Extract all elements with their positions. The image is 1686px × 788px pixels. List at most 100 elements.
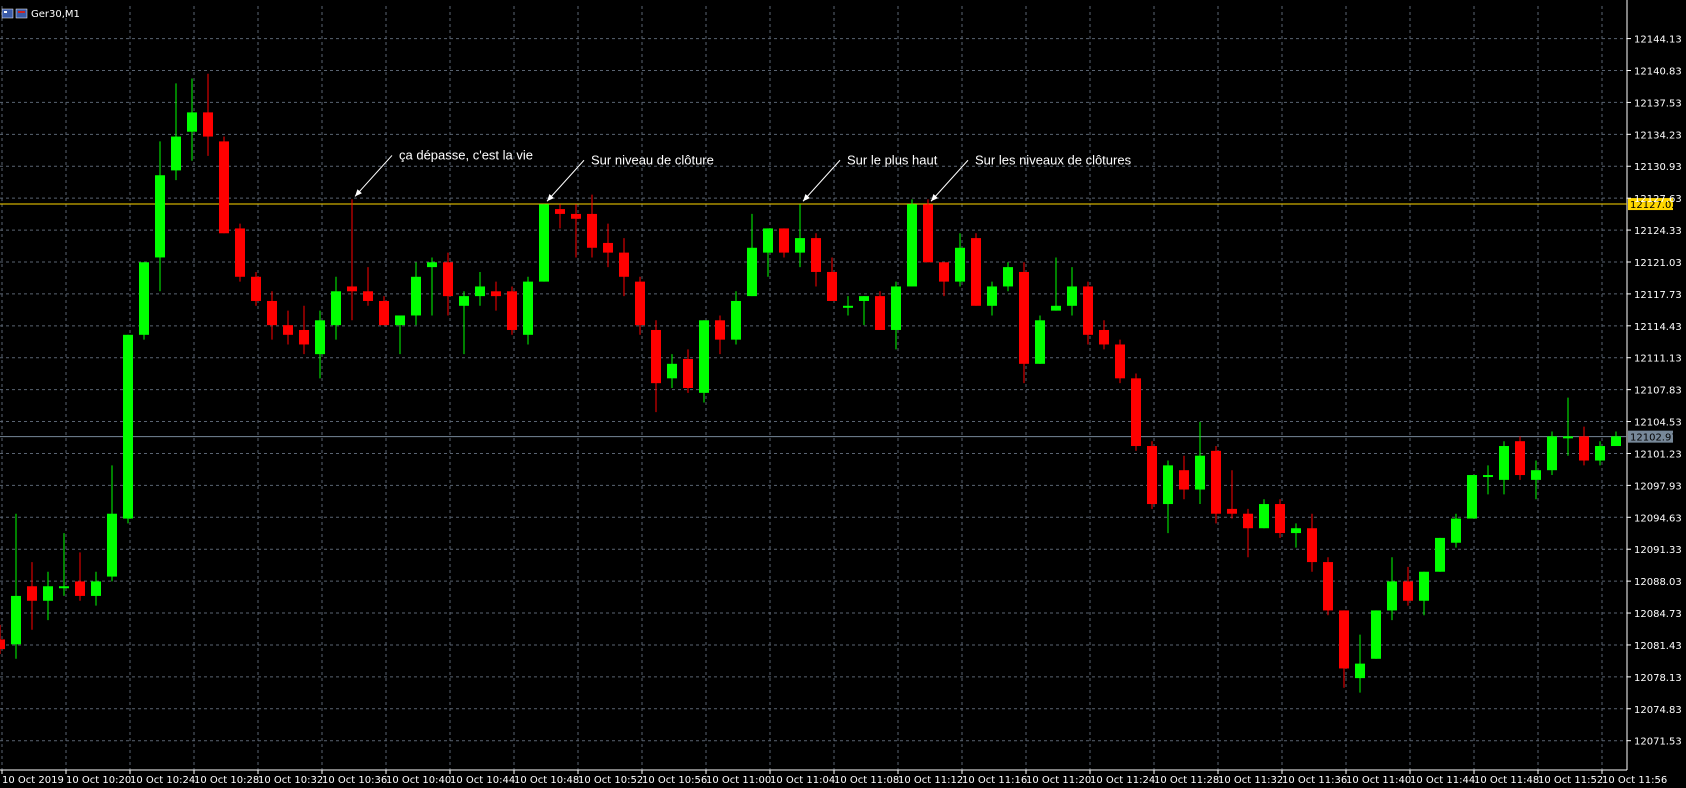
candle-body: [507, 291, 517, 330]
candle-body: [1531, 470, 1541, 480]
candle[interactable]: [1115, 339, 1125, 384]
candle[interactable]: [923, 199, 933, 263]
candle-body: [1131, 378, 1141, 447]
candle-body: [891, 286, 901, 330]
price-tick-label: 12101.23: [1634, 449, 1682, 460]
time-tick-label: 10 Oct 10:44: [450, 775, 515, 786]
price-tick-label: 12097.93: [1634, 481, 1682, 492]
candle-body: [1355, 663, 1365, 679]
candle-body: [763, 228, 773, 253]
candle-body: [11, 595, 21, 645]
candle[interactable]: [123, 334, 133, 524]
candle-body: [475, 286, 485, 297]
candle-body: [1275, 504, 1285, 534]
candle-body: [1371, 610, 1381, 659]
price-tick-label: 12111.13: [1634, 354, 1682, 365]
candle[interactable]: [1435, 537, 1445, 572]
time-tick-label: 10 Oct 2019: [2, 775, 64, 786]
candle-body: [363, 291, 373, 301]
candle[interactable]: [1275, 499, 1285, 538]
price-tick-label: 12134.23: [1634, 130, 1682, 141]
candle-body: [75, 581, 85, 596]
candle-body: [1611, 436, 1621, 447]
flag-icon: [15, 8, 28, 19]
candle-body: [187, 112, 197, 132]
price-tick-label: 12104.53: [1634, 418, 1682, 429]
candle-body: [1051, 305, 1061, 311]
price-tick-label: 12078.13: [1634, 673, 1682, 684]
candle[interactable]: [1467, 475, 1477, 519]
candle[interactable]: [699, 320, 709, 403]
candle-body: [859, 296, 869, 301]
candle-body: [1547, 436, 1557, 471]
time-tick-label: 10 Oct 11:48: [1474, 775, 1539, 786]
candle-body: [1003, 267, 1013, 287]
candle[interactable]: [139, 262, 149, 340]
annotation-label: ça dépasse, c'est la vie: [399, 147, 533, 162]
annotation-label: Sur niveau de clôture: [591, 152, 714, 167]
time-tick-label: 10 Oct 11:44: [1410, 775, 1475, 786]
price-chart[interactable]: 12127.0212102.97 ça dépasse, c'est la vi…: [0, 0, 1686, 788]
candle[interactable]: [507, 286, 517, 335]
candle-body: [1579, 436, 1589, 461]
price-tick-label: 12084.73: [1634, 609, 1682, 620]
candle[interactable]: [1451, 513, 1461, 548]
price-tick-label: 12117.73: [1634, 290, 1682, 301]
candle[interactable]: [251, 271, 261, 306]
candle[interactable]: [1035, 315, 1045, 364]
candle[interactable]: [523, 276, 533, 345]
price-tick-label: 12144.13: [1634, 35, 1682, 46]
candle-body: [843, 305, 853, 308]
time-tick-label: 10 Oct 11:16: [962, 775, 1027, 786]
candle[interactable]: [971, 233, 981, 306]
candle-body: [1067, 286, 1077, 306]
time-tick-label: 10 Oct 10:28: [194, 775, 259, 786]
time-tick-label: 10 Oct 11:04: [770, 775, 835, 786]
candle[interactable]: [907, 199, 917, 287]
candle[interactable]: [1131, 373, 1141, 451]
candle[interactable]: [1211, 446, 1221, 524]
candle-body: [379, 300, 389, 326]
candle-body: [1483, 475, 1493, 478]
candle-body: [123, 334, 133, 519]
price-tick-label: 12127.63: [1634, 194, 1682, 205]
candle-body: [715, 320, 725, 340]
candle-body: [219, 141, 229, 234]
candle[interactable]: [1323, 557, 1333, 616]
time-tick-label: 10 Oct 10:48: [514, 775, 579, 786]
candle[interactable]: [1371, 610, 1381, 659]
candle-body: [539, 204, 549, 282]
time-tick-label: 10 Oct 11:52: [1538, 775, 1603, 786]
candle[interactable]: [235, 223, 245, 282]
candle-body: [1083, 286, 1093, 335]
price-tick-label: 12140.83: [1634, 67, 1682, 78]
candle-body: [875, 296, 885, 330]
candle-body: [731, 300, 741, 340]
candle-body: [667, 363, 677, 379]
flag-icon-stripe: [18, 11, 25, 13]
time-tick-label: 10 Oct 11:32: [1218, 775, 1283, 786]
candle[interactable]: [1147, 441, 1157, 509]
candle-body: [443, 262, 453, 297]
time-tick-label: 10 Oct 11:56: [1602, 775, 1667, 786]
candle-body: [811, 238, 821, 272]
time-tick-label: 10 Oct 10:20: [66, 775, 131, 786]
candle-body: [1563, 436, 1573, 439]
candle[interactable]: [1547, 431, 1557, 476]
candle-body: [299, 329, 309, 345]
candle-body: [1467, 475, 1477, 519]
candle[interactable]: [875, 291, 885, 330]
candle-body: [1147, 446, 1157, 505]
time-tick-label: 10 Oct 11:28: [1154, 775, 1219, 786]
candle-body: [1435, 537, 1445, 572]
candle-body: [1227, 508, 1237, 514]
candle-body: [987, 286, 997, 306]
candle[interactable]: [1515, 436, 1525, 480]
price-tick-label: 12081.43: [1634, 641, 1682, 652]
candle[interactable]: [219, 136, 229, 234]
chart-window-icon[interactable]: [1, 8, 14, 19]
candle-body: [795, 238, 805, 253]
candle-body: [107, 513, 117, 577]
candle[interactable]: [539, 204, 549, 282]
price-price-label: 12102.97: [1630, 433, 1678, 444]
